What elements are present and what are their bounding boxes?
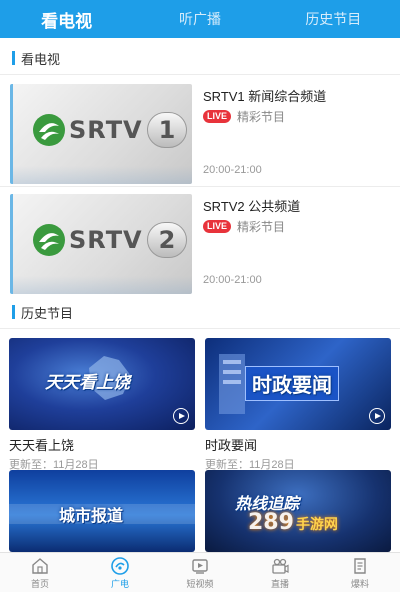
- live-row: LIVE 精彩节目: [203, 218, 285, 235]
- play-icon[interactable]: [173, 408, 189, 424]
- channel-title[interactable]: SRTV1 新闻综合频道: [203, 86, 326, 105]
- srtv-logo-icon: [33, 224, 65, 256]
- nav-home[interactable]: 首页: [0, 553, 80, 592]
- channel-brand: SRTV: [69, 226, 143, 254]
- tab-listen-radio[interactable]: 听广播: [133, 9, 266, 29]
- channel-brand: SRTV: [69, 116, 143, 144]
- divider: [0, 74, 400, 75]
- section-header-tv: 看电视: [0, 46, 400, 70]
- live-camera-icon: [272, 558, 289, 574]
- history-card[interactable]: 城市报道: [9, 470, 195, 552]
- top-tab-bar: 看电视 听广播 历史节目: [0, 0, 400, 38]
- nav-report[interactable]: 爆料: [320, 553, 400, 592]
- channel-thumbnail[interactable]: SRTV 1: [10, 84, 192, 184]
- site-watermark: 289 手游网: [248, 510, 338, 535]
- report-icon: [354, 557, 366, 574]
- tab-history[interactable]: 历史节目: [267, 9, 400, 29]
- nav-live[interactable]: 直播: [240, 553, 320, 592]
- history-title: 天天看上饶: [9, 438, 75, 453]
- section-accent-bar: [12, 305, 15, 319]
- program-time: 20:00-21:00: [203, 164, 262, 176]
- channel-thumbnail[interactable]: SRTV 2: [10, 194, 192, 294]
- broadcast-icon: [111, 556, 129, 575]
- live-badge: LIVE: [203, 110, 232, 123]
- history-thumbnail[interactable]: 天天看上饶: [9, 338, 195, 430]
- tab-watch-tv[interactable]: 看电视: [0, 7, 133, 32]
- thumbnail-caption: 时政要闻: [245, 366, 339, 401]
- channel-item[interactable]: SRTV 1 SRTV1 新闻综合频道 LIVE 精彩节目 20:00-21:0…: [0, 84, 400, 184]
- history-thumbnail[interactable]: 城市报道: [9, 470, 195, 552]
- play-icon[interactable]: [369, 408, 385, 424]
- history-thumbnail[interactable]: 时政要闻: [205, 338, 391, 430]
- live-row: LIVE 精彩节目: [203, 108, 285, 125]
- channel-item[interactable]: SRTV 2 SRTV2 公共频道 LIVE 精彩节目 20:00-21:00: [0, 194, 400, 294]
- srtv-logo-icon: [33, 114, 65, 146]
- section-header-history: 历史节目: [0, 300, 400, 324]
- thumbnail-caption: 城市报道: [59, 506, 124, 525]
- program-desc: 精彩节目: [237, 110, 286, 124]
- history-card[interactable]: 天天看上饶 天天看上饶 更新至：11月28日: [9, 338, 195, 472]
- section-accent-bar: [12, 51, 15, 65]
- program-desc: 精彩节目: [237, 220, 286, 234]
- home-icon: [32, 557, 48, 574]
- nav-short-video[interactable]: 短视频: [160, 553, 240, 592]
- thumbnail-caption: 天天看上饶: [45, 373, 130, 393]
- short-video-icon: [192, 558, 208, 574]
- section-title: 历史节目: [21, 305, 74, 321]
- bottom-nav: 首页 广电 短视频 直播 爆料: [0, 552, 400, 592]
- channel-number: 1: [147, 112, 187, 148]
- live-badge: LIVE: [203, 220, 232, 233]
- divider: [0, 328, 400, 329]
- channel-title[interactable]: SRTV2 公共频道: [203, 196, 300, 215]
- program-time: 20:00-21:00: [203, 274, 262, 286]
- divider: [0, 186, 400, 187]
- section-title: 看电视: [21, 51, 61, 67]
- history-title: 时政要闻: [205, 438, 258, 453]
- nav-broadcast[interactable]: 广电: [80, 553, 160, 592]
- history-card[interactable]: 时政要闻 时政要闻 更新至：11月28日: [205, 338, 391, 472]
- channel-number: 2: [147, 222, 187, 258]
